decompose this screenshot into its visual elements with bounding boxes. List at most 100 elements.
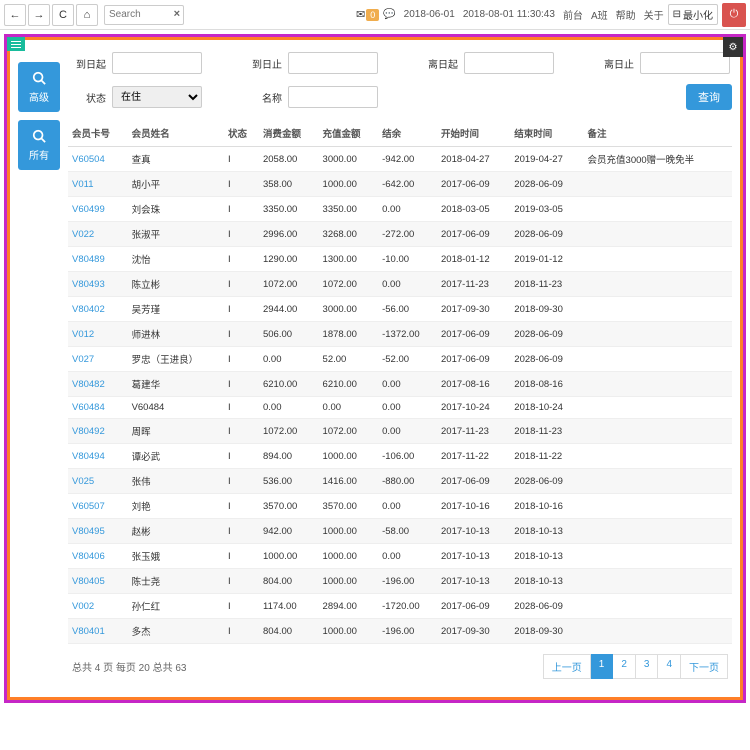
- table-cell: 2018-10-13: [510, 569, 583, 594]
- table-row[interactable]: V80489沈怡I1290.001300.00-10.002018-01-122…: [68, 247, 732, 272]
- link-front[interactable]: 前台: [563, 7, 583, 22]
- pager-page[interactable]: 3: [636, 654, 659, 679]
- card-number-link[interactable]: V60504: [68, 147, 128, 172]
- column-header[interactable]: 结束时间: [510, 120, 583, 147]
- pager-prev[interactable]: 上一页: [543, 654, 591, 679]
- card-number-link[interactable]: V60507: [68, 494, 128, 519]
- table-cell: 吴芳瑾: [128, 297, 224, 322]
- pager-page[interactable]: 1: [591, 654, 614, 679]
- comment-icon[interactable]: 💬: [383, 9, 395, 20]
- table-cell: 3350.00: [319, 197, 379, 222]
- forward-button[interactable]: →: [28, 4, 50, 26]
- all-search-button[interactable]: 所有: [18, 120, 60, 170]
- search-input[interactable]: [104, 5, 184, 25]
- home-button[interactable]: ⌂: [76, 4, 98, 26]
- table-row[interactable]: V025张伟I536.001416.00-880.002017-06-09202…: [68, 469, 732, 494]
- card-number-link[interactable]: V025: [68, 469, 128, 494]
- link-shift[interactable]: A班: [591, 7, 608, 22]
- refresh-button[interactable]: C: [52, 4, 74, 26]
- table-cell: 陈士尧: [128, 569, 224, 594]
- pager-page[interactable]: 2: [613, 654, 636, 679]
- column-header[interactable]: 开始时间: [437, 120, 510, 147]
- table-row[interactable]: V012师进林I506.001878.00-1372.002017-06-092…: [68, 322, 732, 347]
- table-cell: I: [224, 297, 259, 322]
- pager-page[interactable]: 4: [658, 654, 681, 679]
- table-row[interactable]: V80493陈立彬I1072.001072.000.002017-11-2320…: [68, 272, 732, 297]
- column-header[interactable]: 状态: [224, 120, 259, 147]
- link-help[interactable]: 帮助: [616, 7, 636, 22]
- card-number-link[interactable]: V011: [68, 172, 128, 197]
- table-row[interactable]: V022张淑平I2996.003268.00-272.002017-06-092…: [68, 222, 732, 247]
- table-row[interactable]: V80402吴芳瑾I2944.003000.00-56.002017-09-30…: [68, 297, 732, 322]
- column-header[interactable]: 会员卡号: [68, 120, 128, 147]
- table-cell: [584, 444, 732, 469]
- table-cell: 2017-11-22: [437, 444, 510, 469]
- column-header[interactable]: 充值金额: [319, 120, 379, 147]
- card-number-link[interactable]: V027: [68, 347, 128, 372]
- power-button[interactable]: ⏻: [722, 3, 746, 27]
- table-row[interactable]: V60504查真I2058.003000.00-942.002018-04-27…: [68, 147, 732, 172]
- table-cell: 0.00: [378, 397, 437, 419]
- table-row[interactable]: V80492周晖I1072.001072.000.002017-11-23201…: [68, 419, 732, 444]
- column-header[interactable]: 备注: [584, 120, 732, 147]
- card-number-link[interactable]: V80492: [68, 419, 128, 444]
- card-number-link[interactable]: V012: [68, 322, 128, 347]
- leave-to-input[interactable]: [640, 52, 730, 74]
- arrive-from-input[interactable]: [112, 52, 202, 74]
- arrive-to-input[interactable]: [288, 52, 378, 74]
- card-number-link[interactable]: V80494: [68, 444, 128, 469]
- table-cell: 多杰: [128, 619, 224, 644]
- table-cell: 1072.00: [259, 419, 319, 444]
- hamburger-menu[interactable]: [7, 37, 25, 51]
- table-cell: -942.00: [378, 147, 437, 172]
- table-cell: 942.00: [259, 519, 319, 544]
- card-number-link[interactable]: V80482: [68, 372, 128, 397]
- table-cell: 孙仁红: [128, 594, 224, 619]
- mail-button[interactable]: ✉ 0: [356, 8, 379, 21]
- advanced-search-button[interactable]: 高级: [18, 62, 60, 112]
- table-row[interactable]: V80494谭必武I894.001000.00-106.002017-11-22…: [68, 444, 732, 469]
- card-number-link[interactable]: V80489: [68, 247, 128, 272]
- query-button[interactable]: 查询: [686, 84, 732, 110]
- card-number-link[interactable]: V60484: [68, 397, 128, 419]
- content: 高级 所有 到日起 到日止 离日起 离日止: [10, 40, 740, 697]
- leave-from-input[interactable]: [464, 52, 554, 74]
- card-number-link[interactable]: V60499: [68, 197, 128, 222]
- card-number-link[interactable]: V80401: [68, 619, 128, 644]
- name-input[interactable]: [288, 86, 378, 108]
- table-cell: 1000.00: [259, 544, 319, 569]
- table-cell: 1000.00: [319, 519, 379, 544]
- table-row[interactable]: V60507刘艳I3570.003570.000.002017-10-16201…: [68, 494, 732, 519]
- table-row[interactable]: V002孙仁红I1174.002894.00-1720.002017-06-09…: [68, 594, 732, 619]
- card-number-link[interactable]: V022: [68, 222, 128, 247]
- pager-next[interactable]: 下一页: [681, 654, 728, 679]
- table-row[interactable]: V80401多杰I804.001000.00-196.002017-09-302…: [68, 619, 732, 644]
- table-row[interactable]: V80405陈士尧I804.001000.00-196.002017-10-13…: [68, 569, 732, 594]
- table-row[interactable]: V60499刘会珠I3350.003350.000.002018-03-0520…: [68, 197, 732, 222]
- table-header-row: 会员卡号会员姓名状态消费金额充值金额结余开始时间结束时间备注: [68, 120, 732, 147]
- column-header[interactable]: 结余: [378, 120, 437, 147]
- card-number-link[interactable]: V80406: [68, 544, 128, 569]
- clear-search-icon[interactable]: ×: [174, 8, 180, 20]
- right-panel: 到日起 到日止 离日起 离日止 状态 在住 名称: [68, 52, 732, 689]
- card-number-link[interactable]: V80493: [68, 272, 128, 297]
- table-row[interactable]: V60484V60484I0.000.000.002017-10-242018-…: [68, 397, 732, 419]
- settings-gear-icon[interactable]: ⚙: [723, 37, 743, 57]
- table-row[interactable]: V011胡小平I358.001000.00-642.002017-06-0920…: [68, 172, 732, 197]
- table-row[interactable]: V80495赵彬I942.001000.00-58.002017-10-1320…: [68, 519, 732, 544]
- back-button[interactable]: ←: [4, 4, 26, 26]
- table-row[interactable]: V80482葛建华I6210.006210.000.002017-08-1620…: [68, 372, 732, 397]
- status-select[interactable]: 在住: [112, 86, 202, 108]
- card-number-link[interactable]: V002: [68, 594, 128, 619]
- column-header[interactable]: 消费金额: [259, 120, 319, 147]
- card-number-link[interactable]: V80402: [68, 297, 128, 322]
- table-row[interactable]: V80406张玉娥I1000.001000.000.002017-10-1320…: [68, 544, 732, 569]
- link-about[interactable]: 关于: [644, 7, 664, 22]
- card-number-link[interactable]: V80495: [68, 519, 128, 544]
- card-number-link[interactable]: V80405: [68, 569, 128, 594]
- table-cell: 894.00: [259, 444, 319, 469]
- minimize-button[interactable]: ⊟ 最小化: [668, 4, 718, 25]
- search-wrap: ×: [104, 5, 184, 25]
- column-header[interactable]: 会员姓名: [128, 120, 224, 147]
- table-row[interactable]: V027罗忠（王进良）I0.0052.00-52.002017-06-09202…: [68, 347, 732, 372]
